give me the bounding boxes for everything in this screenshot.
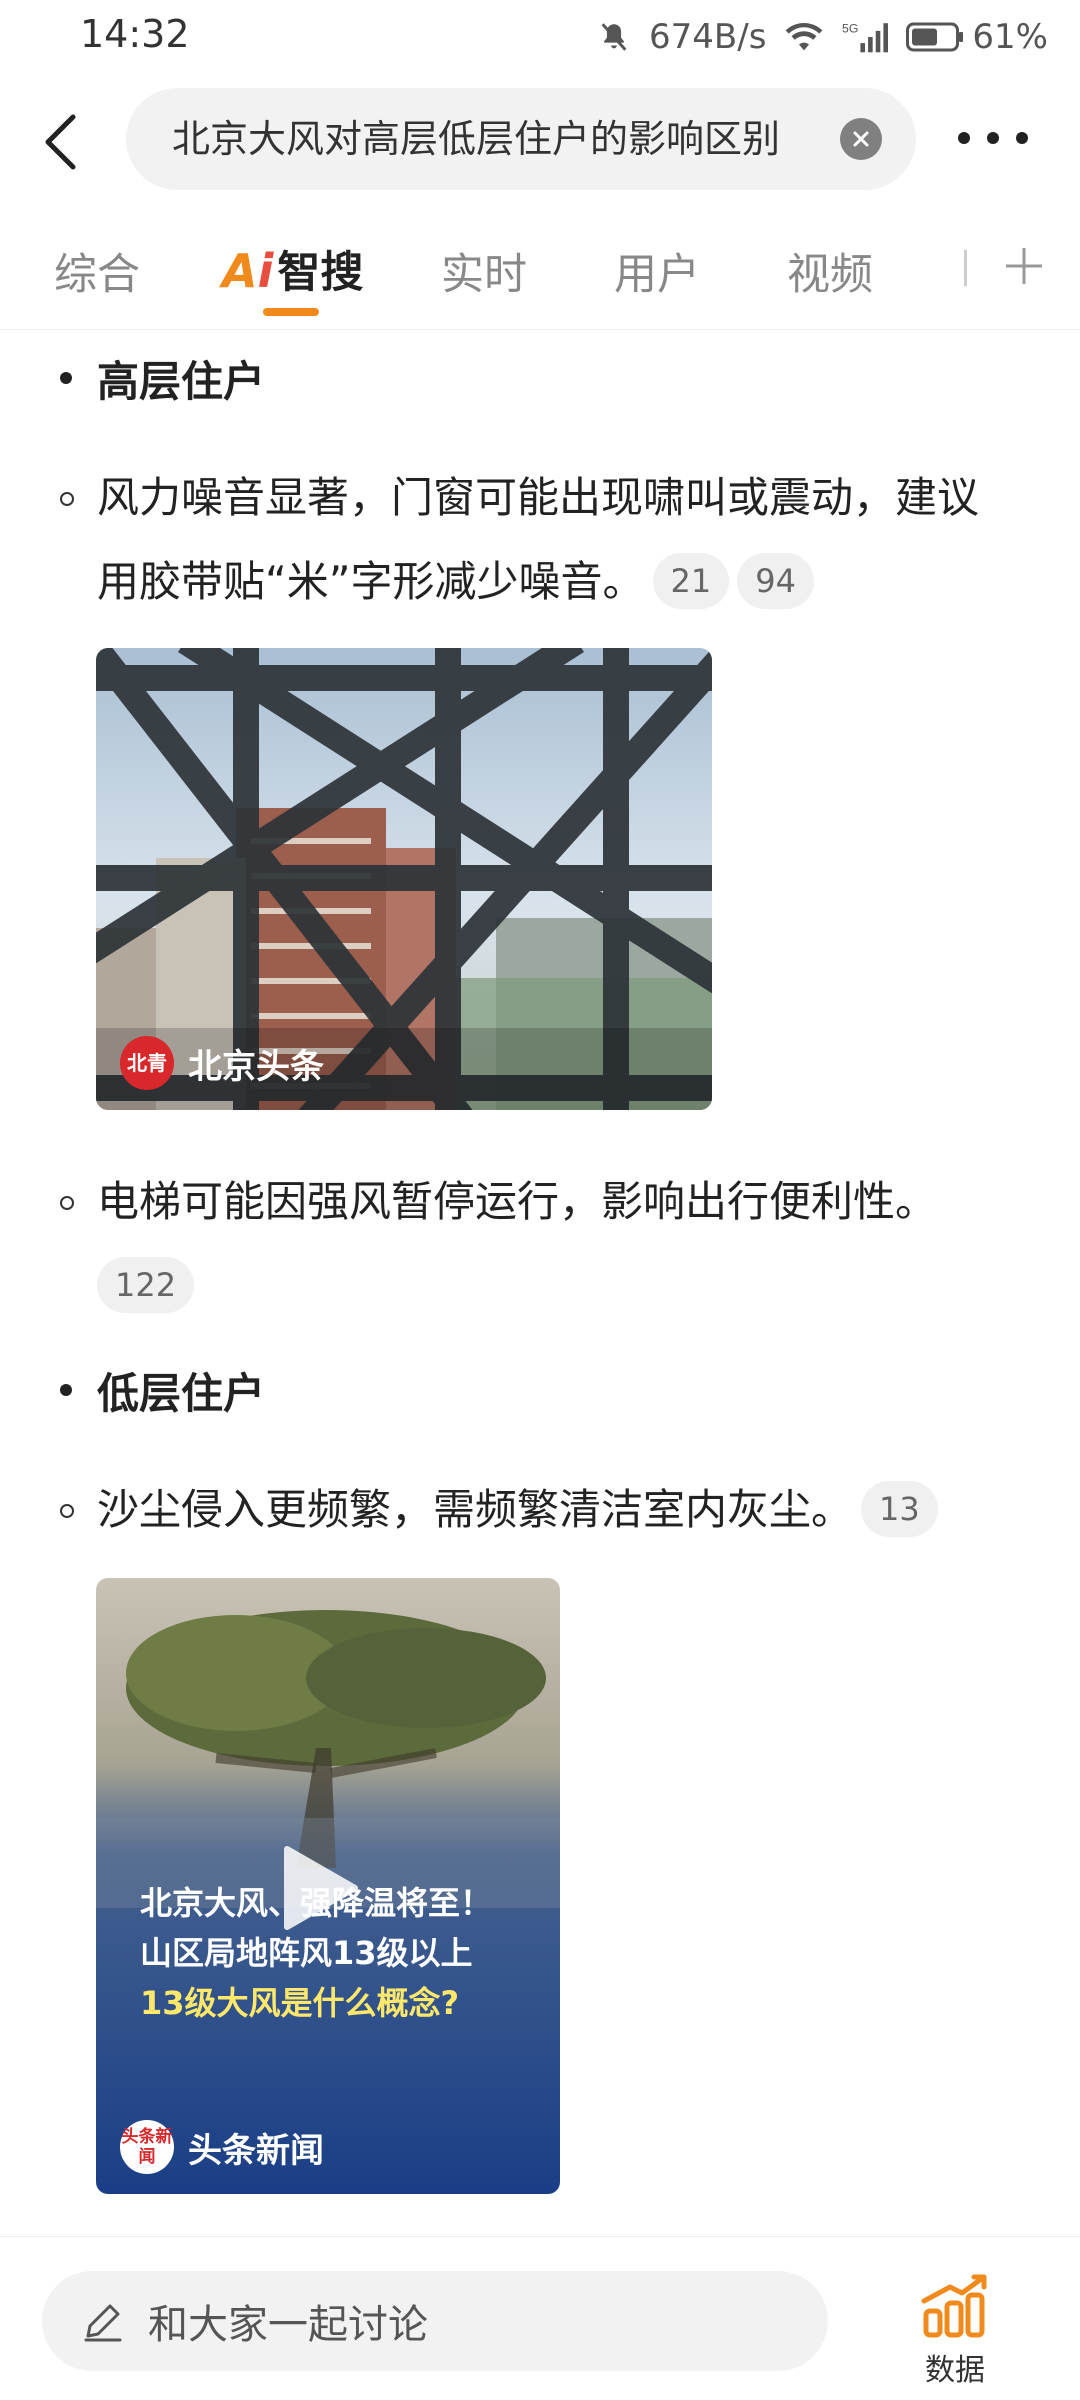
tab-ai-search-label: 智搜	[277, 248, 364, 298]
section-heading-low-rise: 低层住户	[60, 1360, 265, 1421]
network-speed: 674B/s	[649, 17, 767, 57]
status-time: 14:32	[80, 12, 190, 56]
discussion-placeholder: 和大家一起讨论	[148, 2302, 428, 2348]
search-query-text[interactable]: 北京大风对高层低层住户的影响区别	[172, 88, 806, 190]
citation-badge[interactable]: 122	[97, 1256, 195, 1313]
list-item: 沙尘侵入更频繁，需频繁清洁室内灰尘。 13	[60, 1468, 1020, 1552]
active-tab-indicator	[263, 308, 319, 316]
more-options-button[interactable]	[958, 118, 1028, 158]
ai-logo-a: A	[222, 244, 258, 298]
wifi-icon	[786, 23, 823, 51]
circle-bullet	[60, 1196, 74, 1210]
add-tab-icon[interactable]	[1002, 244, 1046, 288]
battery: 61%	[906, 17, 1048, 57]
video-source-name: 头条新闻	[188, 2130, 324, 2171]
pen-icon	[84, 2304, 122, 2342]
image-card-taped-window[interactable]: 北青 北京头条	[96, 648, 712, 1110]
citation-badge[interactable]: 13	[861, 1480, 938, 1537]
tab-users[interactable]: 用户	[614, 240, 700, 302]
circle-bullet	[60, 1504, 74, 1518]
section-heading-high-rise: 高层住户	[60, 348, 265, 409]
video-source: 头条新闻 头条新闻	[120, 2120, 324, 2174]
video-caption-line: 山区局地阵风13级以上	[140, 1934, 473, 1972]
discussion-input[interactable]: 和大家一起讨论	[42, 2271, 828, 2371]
beiqing-logo-icon: 北青	[120, 1036, 174, 1090]
search-tabs: 综合 Ai 智搜 实时 用户 视频	[0, 204, 1080, 330]
cell-signal-icon: 5G	[842, 21, 889, 53]
citation-badge[interactable]: 21	[652, 552, 730, 609]
video-caption-line: 北京大风、强降温将至！	[140, 1884, 493, 1922]
image-source-name: 北京头条	[188, 1046, 324, 1087]
more-dot	[1016, 132, 1028, 144]
svg-text:5G: 5G	[842, 21, 858, 35]
mute-bell-icon	[601, 23, 627, 51]
video-caption-highlight: 13级大风是什么概念?	[140, 1984, 460, 2022]
video-card-wind-news[interactable]: 北京大风、强降温将至！ 山区局地阵风13级以上 13级大风是什么概念? 头条新闻…	[96, 1578, 560, 2194]
data-chart-icon	[921, 2274, 987, 2338]
list-item: 电梯可能因强风暂停运行，影响出行便利性。 122	[60, 1160, 1020, 1328]
search-input[interactable]: 北京大风对高层低层住户的影响区别	[126, 88, 916, 190]
citation-badge[interactable]: 94	[737, 552, 814, 609]
toutiao-news-logo-icon: 头条新闻	[120, 2120, 174, 2174]
tab-realtime[interactable]: 实时	[441, 240, 527, 302]
bottom-bar: 和大家一起讨论 数据	[0, 2236, 1080, 2400]
more-dot	[958, 132, 970, 144]
list-item: 风力噪音显著，门窗可能出现啸叫或震动，建议用胶带贴“米”字形减少噪音。 21 94	[60, 456, 1020, 624]
circle-bullet	[60, 492, 74, 506]
more-dot	[987, 132, 999, 144]
battery-icon	[906, 22, 964, 52]
search-header: 北京大风对高层低层住户的影响区别	[0, 74, 1080, 204]
list-item-text: 风力噪音显著，门窗可能出现啸叫或震动，建议用胶带贴“米”字形减少噪音。	[97, 473, 980, 606]
video-caption: 北京大风、强降温将至！ 山区局地阵风13级以上 13级大风是什么概念?	[140, 1878, 540, 2028]
list-item-text: 沙尘侵入更频繁，需频繁清洁室内灰尘。	[97, 1485, 854, 1534]
ai-logo-i: i	[257, 244, 274, 298]
tab-comprehensive[interactable]: 综合	[54, 240, 140, 302]
battery-percent: 61%	[972, 17, 1048, 57]
clear-icon	[853, 131, 869, 147]
back-arrow-icon	[45, 114, 76, 170]
status-bar: 14:32 674B/s 5G 61%	[0, 0, 1080, 74]
tab-ai-search[interactable]: Ai 智搜	[222, 238, 363, 300]
list-item-text: 电梯可能因强风暂停运行，影响出行便利性。	[97, 1177, 938, 1226]
clear-button[interactable]	[840, 118, 882, 160]
status-icons: 674B/s 5G 61%	[597, 12, 1048, 62]
tab-divider	[964, 250, 967, 286]
image-source: 北青 北京头条	[120, 1036, 324, 1090]
data-button-label: 数据	[925, 2353, 985, 2388]
back-button[interactable]	[30, 102, 90, 182]
data-button[interactable]: 数据	[900, 2271, 1010, 2391]
tab-videos[interactable]: 视频	[787, 240, 873, 302]
